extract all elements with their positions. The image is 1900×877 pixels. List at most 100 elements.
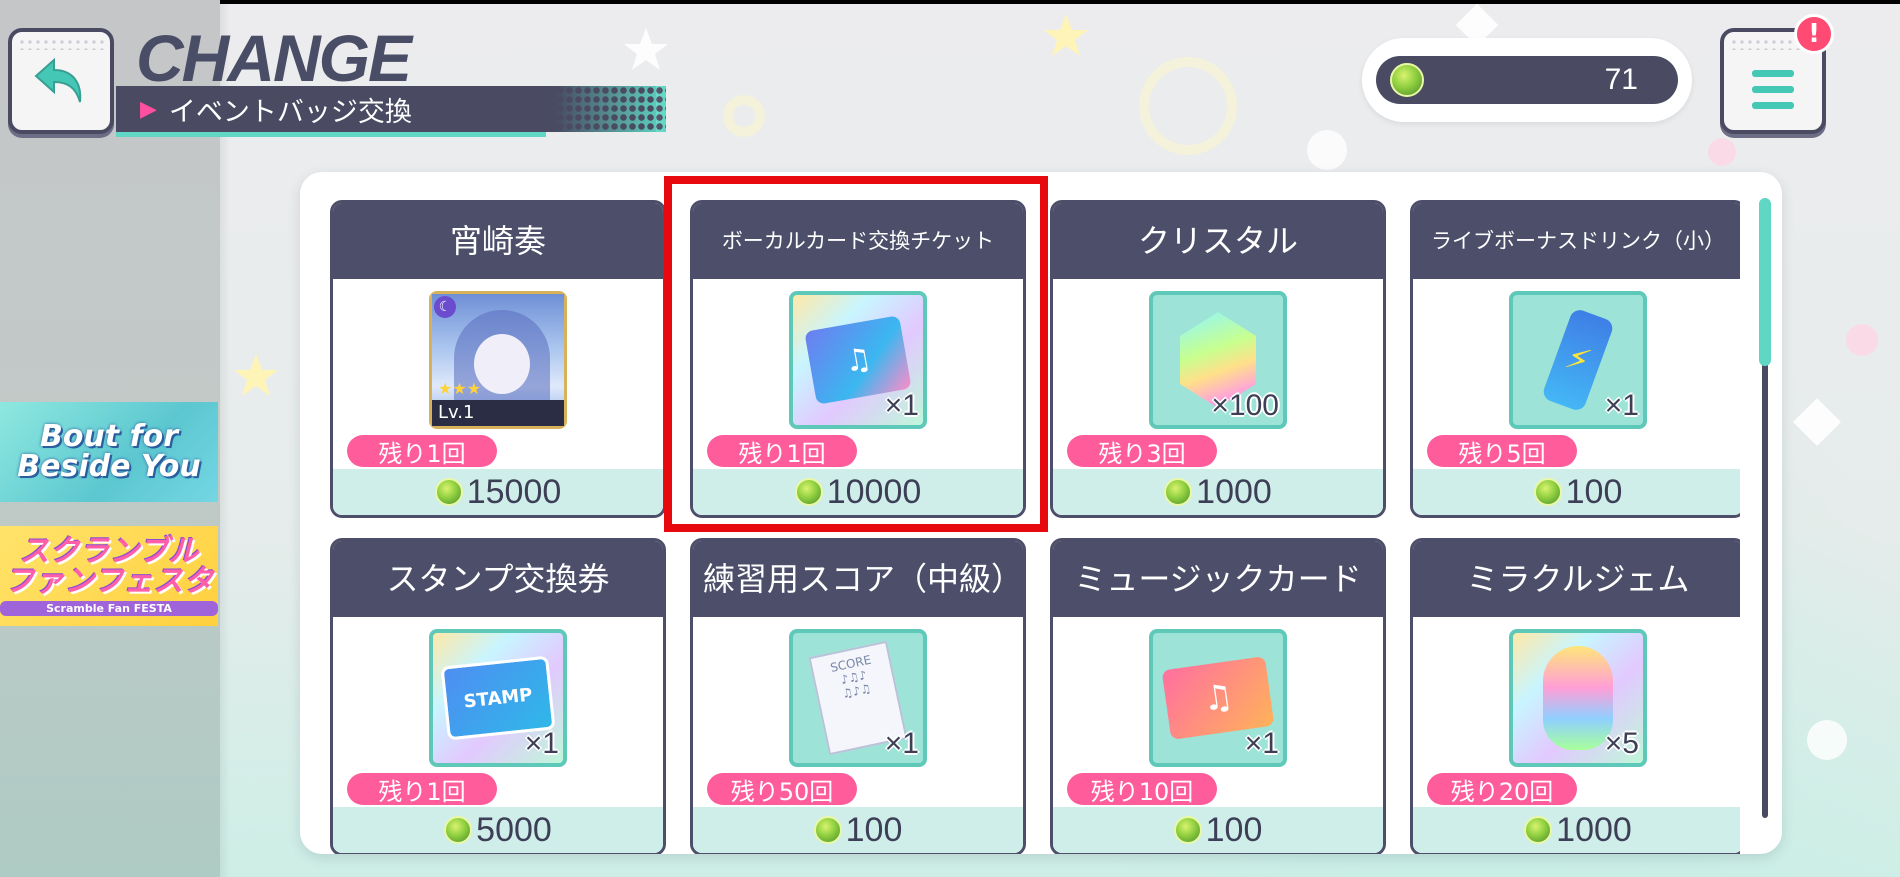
item-price: 5000: [333, 807, 663, 853]
item-thumbnail: ♫ ×1: [1149, 629, 1287, 767]
item-thumbnail: STAMP ×1: [429, 629, 567, 767]
halftone-decoration: [556, 86, 666, 132]
item-price: 1000: [1413, 807, 1740, 853]
remaining-count-badge: 残り1回: [347, 435, 497, 468]
remaining-count-badge: 残り1回: [707, 435, 857, 468]
moon-attribute-icon: ☾: [434, 296, 456, 318]
item-body: ×100 残り3回: [1053, 279, 1383, 475]
banner-text: スクランブル ファンフェスタ Scramble Fan FESTA: [0, 533, 218, 616]
event-banner-bout-for-beside-you[interactable]: Bout for Beside You: [0, 402, 218, 502]
item-price: 100: [1053, 807, 1383, 853]
item-quantity: ×1: [1244, 727, 1279, 760]
item-thumbnail: ⚡ ×1: [1509, 291, 1647, 429]
badge-gem-icon: [1390, 63, 1424, 97]
badge-gem-icon: [813, 816, 842, 844]
remaining-count-badge: 残り10回: [1067, 773, 1217, 806]
card-level: Lv.1: [432, 400, 564, 426]
badge-gem-icon: [794, 478, 823, 506]
character-card-thumbnail: ☾ ★★★ Lv.1: [429, 291, 567, 429]
exchange-item-card[interactable]: ライブボーナスドリンク（小） ⚡ ×1 残り5回 100: [1410, 200, 1740, 518]
item-price: 1000: [1053, 469, 1383, 515]
back-button[interactable]: [8, 28, 114, 134]
price-value: 5000: [476, 810, 552, 849]
remaining-count-badge: 残り50回: [707, 773, 857, 806]
exchange-item-card[interactable]: スタンプ交換券 STAMP ×1 残り1回 5000: [330, 538, 666, 854]
notification-badge: !: [1794, 14, 1834, 54]
event-banner-scramble-fan-festa[interactable]: スクランブル ファンフェスタ Scramble Fan FESTA: [0, 526, 218, 626]
item-quantity: ×1: [884, 389, 919, 422]
item-price: 100: [693, 807, 1023, 853]
item-price: 100: [1413, 469, 1740, 515]
exchange-item-card[interactable]: 宵崎奏 ☾ ★★★ Lv.1 残り1回 15000: [330, 200, 666, 518]
page-subtitle: イベントバッジ交換: [168, 96, 412, 128]
remaining-count-badge: 残り1回: [347, 773, 497, 806]
item-body: ⚡ ×1 残り5回: [1413, 279, 1740, 475]
price-value: 100: [1565, 472, 1623, 511]
item-quantity: ×1: [524, 727, 559, 760]
banner-title-line1: Bout for: [39, 419, 179, 454]
price-value: 1000: [1556, 810, 1632, 849]
item-quantity: ×5: [1604, 727, 1639, 760]
page-title: CHANGE: [136, 21, 412, 95]
item-body: ♫ ×1 残り1回: [693, 279, 1023, 475]
price-value: 100: [1205, 810, 1263, 849]
rarity-stars-icon: ★★★: [438, 379, 482, 398]
back-arrow-icon: [34, 57, 82, 103]
miracle-gem-icon: [1543, 646, 1613, 750]
banner-title: スクランブル ファンフェスタ: [4, 533, 214, 599]
item-name: クリスタル: [1053, 203, 1383, 279]
item-name: ライブボーナスドリンク（小）: [1413, 203, 1740, 279]
banner-text: Bout for Beside You: [17, 422, 200, 482]
currency-value: 71: [1604, 63, 1638, 96]
item-name: ミラクルジェム: [1413, 541, 1740, 617]
item-name: 宵崎奏: [333, 203, 663, 279]
title-underline: [116, 132, 546, 137]
play-triangle-icon: ▶: [140, 96, 157, 122]
item-quantity: ×100: [1211, 389, 1279, 422]
shop-screen: CHANGE ▶ イベントバッジ交換 71 ! Bout for Beside …: [0, 0, 1900, 877]
remaining-count-badge: 残り3回: [1067, 435, 1217, 468]
badge-gem-icon: [434, 478, 463, 506]
item-price: 10000: [693, 469, 1023, 515]
item-thumbnail: ♫ ×1: [789, 291, 927, 429]
page-subtitle-bar: ▶ イベントバッジ交換: [116, 86, 666, 132]
item-quantity: ×1: [1604, 389, 1639, 422]
currency-pill: 71: [1376, 56, 1678, 104]
badge-gem-icon: [1533, 478, 1562, 506]
exchange-item-card[interactable]: ボーカルカード交換チケット ♫ ×1 残り1回 10000: [690, 200, 1026, 518]
exchange-item-card[interactable]: ミラクルジェム ×5 残り20回 1000: [1410, 538, 1740, 854]
item-name: スタンプ交換券: [333, 541, 663, 617]
item-body: ☾ ★★★ Lv.1 残り1回: [333, 279, 663, 475]
item-name: 練習用スコア（中級）: [693, 541, 1023, 617]
exchange-item-panel: 宵崎奏 ☾ ★★★ Lv.1 残り1回 15000 ボーカルカード交換チケット …: [300, 172, 1782, 854]
remaining-count-badge: 残り20回: [1427, 773, 1577, 806]
hamburger-icon-line: [1752, 86, 1794, 93]
item-quantity: ×1: [884, 727, 919, 760]
badge-gem-icon: [444, 816, 473, 844]
banner-subtitle: Scramble Fan FESTA: [0, 600, 218, 616]
exchange-item-card[interactable]: ミュージックカード ♫ ×1 残り10回 100: [1050, 538, 1386, 854]
character-portrait-icon: ☾ ★★★ Lv.1: [429, 291, 567, 429]
remaining-count-badge: 残り5回: [1427, 435, 1577, 468]
banner-title-line2: Beside You: [17, 449, 201, 484]
item-thumbnail: ×5: [1509, 629, 1647, 767]
price-value: 10000: [826, 472, 922, 511]
item-name: ミュージックカード: [1053, 541, 1383, 617]
item-thumbnail: ×100: [1149, 291, 1287, 429]
item-body: STAMP ×1 残り1回: [333, 617, 663, 813]
item-price: 15000: [333, 469, 663, 515]
item-body: SCORE ♪♫♪ ♫♪♫ ×1 残り50回: [693, 617, 1023, 813]
scrollbar-thumb[interactable]: [1759, 198, 1771, 366]
item-body: ♫ ×1 残り10回: [1053, 617, 1383, 813]
item-thumbnail: SCORE ♪♫♪ ♫♪♫ ×1: [789, 629, 927, 767]
item-name: ボーカルカード交換チケット: [693, 203, 1023, 279]
hamburger-icon: [1752, 70, 1794, 77]
badge-gem-icon: [1164, 478, 1193, 506]
character-face: [474, 334, 530, 394]
item-grid: 宵崎奏 ☾ ★★★ Lv.1 残り1回 15000 ボーカルカード交換チケット …: [330, 200, 1740, 854]
price-value: 15000: [466, 472, 562, 511]
exchange-item-card[interactable]: 練習用スコア（中級） SCORE ♪♫♪ ♫♪♫ ×1 残り50回 100: [690, 538, 1026, 854]
exchange-item-card[interactable]: クリスタル ×100 残り3回 1000: [1050, 200, 1386, 518]
item-body: ×5 残り20回: [1413, 617, 1740, 813]
badge-gem-icon: [1524, 816, 1553, 844]
